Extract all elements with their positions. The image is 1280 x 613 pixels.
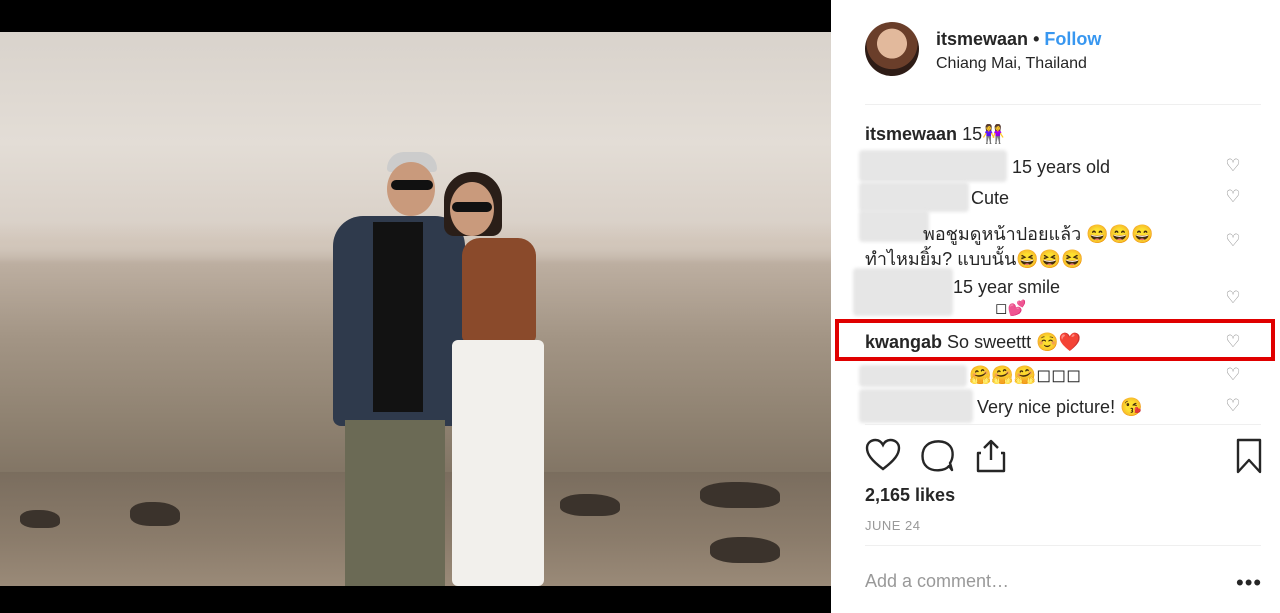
small-heart-icon[interactable]: ♡ bbox=[1224, 188, 1242, 206]
post-sidebar: itsmewaan • Follow Chiang Mai, Thailand … bbox=[831, 0, 1280, 613]
small-heart-icon[interactable]: ♡ bbox=[1224, 397, 1242, 415]
rock bbox=[20, 510, 60, 528]
location-link[interactable]: Chiang Mai, Thailand bbox=[936, 55, 1087, 73]
rock bbox=[710, 537, 780, 563]
post-header: itsmewaan • Follow Chiang Mai, Thailand bbox=[865, 22, 1280, 78]
redacted-username bbox=[859, 182, 969, 212]
redacted-username bbox=[859, 389, 973, 423]
small-heart-icon[interactable]: ♡ bbox=[1224, 289, 1242, 307]
redacted-username bbox=[859, 150, 1007, 182]
follow-button[interactable]: Follow bbox=[1044, 29, 1101, 49]
redacted-username bbox=[853, 268, 953, 316]
small-heart-icon[interactable]: ♡ bbox=[1224, 232, 1242, 250]
redacted-username bbox=[859, 365, 967, 387]
share-icon[interactable] bbox=[973, 438, 1009, 474]
small-heart-icon[interactable]: ♡ bbox=[1224, 157, 1242, 175]
divider bbox=[865, 424, 1261, 425]
comment-text: 15 year smile bbox=[953, 277, 1061, 297]
likes-count[interactable]: 2,165 likes bbox=[865, 485, 955, 506]
comment-icon[interactable] bbox=[919, 438, 955, 474]
post-username-line: itsmewaan • Follow bbox=[936, 29, 1101, 50]
bookmark-icon[interactable] bbox=[1231, 438, 1267, 474]
rock bbox=[560, 494, 620, 516]
small-heart-icon[interactable]: ♡ bbox=[1224, 366, 1242, 384]
caption-text: 15👭 bbox=[962, 124, 1005, 144]
action-bar bbox=[865, 438, 1262, 474]
person-right bbox=[440, 172, 560, 586]
add-comment-input[interactable]: Add a comment… bbox=[865, 571, 1009, 592]
divider bbox=[865, 104, 1261, 105]
photo-pane bbox=[0, 0, 831, 613]
rock bbox=[130, 502, 180, 526]
avatar[interactable] bbox=[865, 22, 919, 76]
divider bbox=[865, 545, 1261, 546]
comment-text: ◻💕 bbox=[995, 300, 1027, 317]
comment-text: 🤗🤗🤗◻◻◻ bbox=[969, 365, 1082, 385]
highlight-box bbox=[835, 319, 1275, 361]
comment-text: Very nice picture! 😘 bbox=[977, 397, 1143, 417]
username[interactable]: itsmewaan bbox=[936, 29, 1028, 49]
comment-text: 15 years old bbox=[1012, 157, 1111, 177]
separator-dot: • bbox=[1033, 29, 1040, 49]
redacted-username bbox=[859, 210, 929, 242]
post-caption: itsmewaan 15👭 bbox=[865, 124, 1005, 145]
post-date: JUNE 24 bbox=[865, 518, 921, 533]
post-photo[interactable] bbox=[0, 32, 831, 586]
heart-icon[interactable] bbox=[865, 438, 901, 474]
caption-username[interactable]: itsmewaan bbox=[865, 124, 957, 144]
comment-text: Cute bbox=[971, 188, 1010, 208]
rock bbox=[700, 482, 780, 508]
more-options-icon[interactable]: ••• bbox=[1236, 570, 1262, 596]
